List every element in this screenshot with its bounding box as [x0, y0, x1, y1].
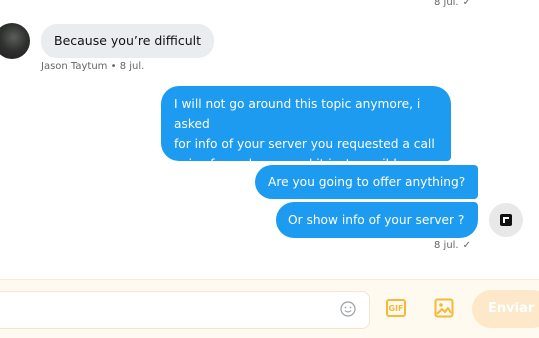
outgoing-message-bubble[interactable]: Or show info of your server ? [276, 202, 478, 238]
read-check-icon: ✓ [462, 0, 472, 8]
read-check-icon: ✓ [462, 240, 472, 251]
outgoing-message-bubble[interactable]: Are you going to offer anything? [255, 165, 479, 199]
image-icon [434, 298, 454, 318]
outgoing-message-bubble[interactable]: I will not go around this topic anymore,… [161, 86, 451, 171]
smiley-icon [340, 301, 356, 317]
message-text: Or show info of your server ? [288, 213, 465, 227]
gif-icon: GIF [386, 299, 406, 317]
message-timestamp: 8 jul. ✓ [434, 240, 472, 251]
message-input[interactable] [0, 291, 370, 329]
message-text: Are you going to offer anything? [268, 175, 466, 189]
gif-button[interactable]: GIF [384, 296, 408, 320]
send-button[interactable]: Enviar [472, 290, 539, 328]
incoming-message-bubble[interactable]: Because you’re difficult [41, 24, 215, 58]
app-badge-icon [500, 214, 512, 226]
my-avatar[interactable] [489, 203, 523, 237]
message-line: for info of your server you requested a … [174, 137, 435, 151]
message-text: Because you’re difficult [54, 33, 202, 48]
image-button[interactable] [432, 296, 456, 320]
contact-avatar[interactable] [0, 23, 30, 59]
message-timestamp: 8 jul. ✓ [434, 0, 471, 8]
emoji-button[interactable] [339, 300, 357, 318]
message-timestamp: 8 jul. [119, 61, 145, 72]
message-line: I will not go around this topic anymore,… [174, 97, 421, 131]
message-meta: Jason Taytum • 8 jul. [41, 61, 145, 72]
sender-name: Jason Taytum [41, 61, 108, 72]
